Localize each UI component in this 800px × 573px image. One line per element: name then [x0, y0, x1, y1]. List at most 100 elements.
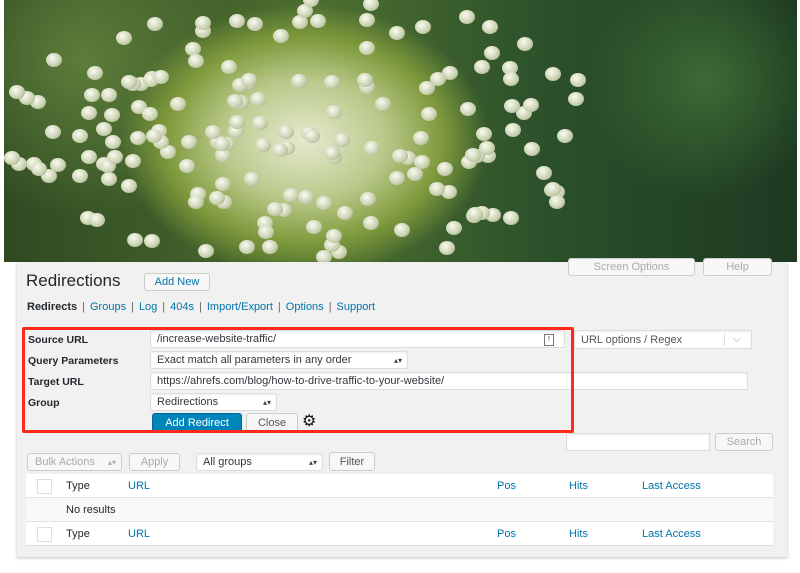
flower-bud [389, 171, 406, 186]
column-url[interactable]: URL [128, 480, 150, 492]
flower-bud [413, 154, 430, 169]
flower-bud [226, 93, 243, 108]
no-results-text: No results [66, 504, 116, 516]
flower-bud [524, 142, 541, 157]
flower-bud [169, 96, 186, 111]
select-all-checkbox[interactable] [37, 527, 52, 542]
filter-button[interactable]: Filter [329, 452, 375, 471]
flower-bud [466, 206, 483, 221]
column-hits[interactable]: Hits [569, 480, 588, 492]
nav-log[interactable]: Log [139, 301, 157, 313]
flower-bud [178, 158, 195, 173]
flower-bud [187, 195, 204, 210]
flower-bud [460, 101, 477, 116]
flower-bud [30, 161, 47, 176]
flower-bud [130, 131, 147, 146]
flower-bud [239, 239, 256, 254]
flower-bud [326, 104, 343, 119]
flower-bud [291, 74, 308, 89]
flower-bud [388, 25, 405, 40]
flower-bud [146, 16, 163, 31]
flower-bud [198, 243, 215, 258]
flower-bud [297, 189, 314, 204]
groups-filter-select[interactable]: All groups ▴▾ [196, 453, 323, 471]
flower-bud [271, 142, 288, 157]
flower-bud [363, 216, 380, 231]
flower-bud [88, 213, 105, 228]
flower-bud [272, 28, 289, 43]
search-input[interactable] [566, 433, 710, 451]
flower-bud [481, 19, 498, 34]
flower-bud [436, 162, 453, 177]
flower-bud [568, 92, 585, 107]
flower-bud [430, 71, 447, 86]
column-last-access[interactable]: Last Access [642, 480, 701, 492]
screen-options-button[interactable]: Screen Options [568, 258, 695, 276]
flower-bud [254, 138, 271, 153]
flower-bud [72, 168, 89, 183]
nav-import-export[interactable]: Import/Export [207, 301, 273, 313]
column-last-access[interactable]: Last Access [642, 528, 701, 540]
flower-bud [523, 97, 540, 112]
select-all-checkbox[interactable] [37, 479, 52, 494]
flower-bud [71, 129, 88, 144]
column-pos[interactable]: Pos [497, 528, 516, 540]
column-pos[interactable]: Pos [497, 480, 516, 492]
url-options-select[interactable]: URL options / Regex ⌵ [574, 330, 752, 349]
flower-bud [406, 167, 423, 182]
flower-bud [258, 224, 275, 239]
nav-groups[interactable]: Groups [90, 301, 126, 313]
flower-bud [121, 178, 138, 193]
flower-bud [475, 126, 492, 141]
flower-bud [266, 202, 283, 217]
flower-bud [304, 129, 321, 144]
flower-bud [81, 106, 98, 121]
flower-bud [262, 240, 279, 255]
flower-bud [305, 220, 322, 235]
flower-bud [412, 131, 429, 146]
column-type: Type [66, 528, 90, 540]
flower-bud [364, 140, 381, 155]
flower-bud [106, 150, 123, 165]
flower-bud [473, 60, 490, 75]
hero-image-allium-flower [3, 0, 797, 264]
flower-bud [126, 232, 143, 247]
table-footer: Type URL Pos Hits Last Access [26, 522, 773, 546]
apply-button[interactable]: Apply [129, 453, 180, 471]
flower-bud [570, 73, 587, 88]
flower-bud [504, 98, 521, 113]
flower-bud [458, 10, 475, 25]
nav-support[interactable]: Support [337, 301, 376, 313]
flower-bud [101, 171, 118, 186]
add-new-button[interactable]: Add New [144, 273, 210, 291]
flower-bud [44, 124, 61, 139]
bulk-actions-select[interactable]: Bulk Actions ▴▾ [27, 453, 122, 471]
flower-bud [283, 188, 300, 203]
flower-bud [104, 134, 121, 149]
flower-bud [362, 0, 379, 12]
flower-bud [250, 91, 267, 106]
column-url[interactable]: URL [128, 528, 150, 540]
flower-bud [309, 14, 326, 29]
flower-bud [316, 195, 333, 210]
flower-bud [50, 157, 67, 172]
flower-bud [81, 150, 98, 165]
column-hits[interactable]: Hits [569, 528, 588, 540]
nav-options[interactable]: Options [286, 301, 324, 313]
flower-bud [3, 150, 20, 165]
flower-bud [221, 59, 238, 74]
flower-bud [101, 88, 118, 103]
flower-bud [438, 240, 455, 255]
help-button[interactable]: Help [703, 258, 772, 276]
flower-bud [545, 67, 562, 82]
nav-404s[interactable]: 404s [170, 301, 194, 313]
flower-bud [535, 166, 552, 181]
flower-bud [45, 53, 62, 68]
flower-bud [84, 87, 101, 102]
flower-bud [244, 171, 261, 186]
flower-bud [484, 45, 501, 60]
flower-bud [141, 106, 158, 121]
flower-bud [478, 141, 495, 156]
nav-redirects[interactable]: Redirects [27, 301, 77, 313]
search-button[interactable]: Search [715, 433, 773, 451]
